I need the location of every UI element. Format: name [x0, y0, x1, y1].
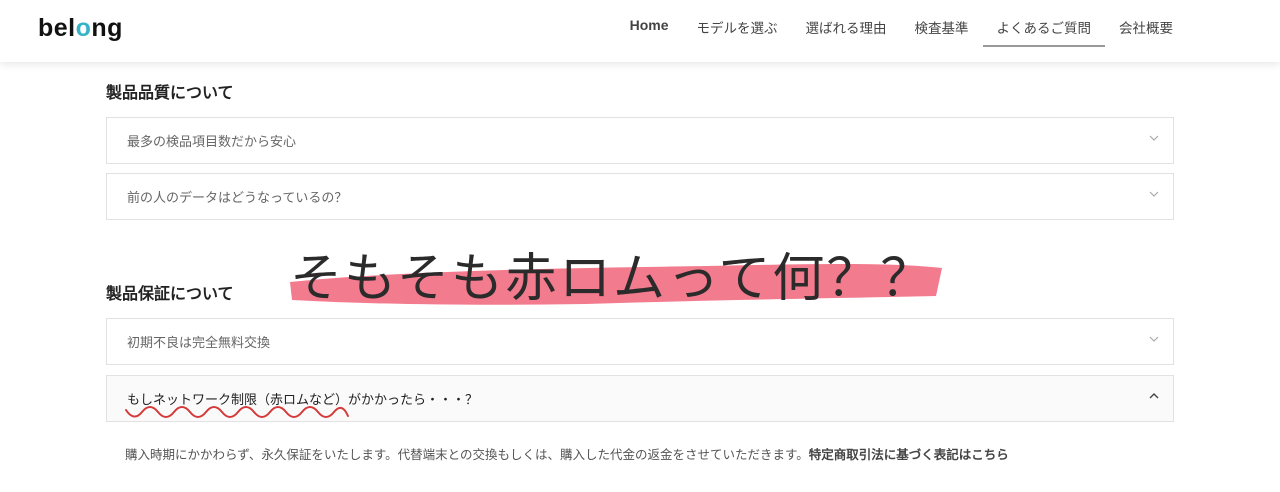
section-title-quality: 製品品質について	[106, 83, 234, 102]
faq-answer: 購入時期にかかわらず、永久保証をいたします。代替端末との交換もしくは、購入した代…	[125, 444, 1009, 463]
faq-question: 初期不良は完全無料交換	[127, 336, 271, 351]
annotation-text: そもそも赤ロムって何？？	[290, 249, 935, 309]
nav-item-models[interactable]: モデルを選ぶ	[683, 17, 792, 47]
chevron-down-icon	[1147, 131, 1161, 145]
logo-text-accent: o	[75, 14, 92, 42]
section-title-warranty: 製品保証について	[106, 284, 234, 303]
legal-notice-link[interactable]: 特定商取引法に基づく表記はこちら	[809, 447, 1009, 462]
chevron-down-icon	[1147, 187, 1161, 201]
nav-item-company[interactable]: 会社概要	[1105, 17, 1187, 47]
logo-text-prefix: bel	[38, 14, 76, 42]
logo-text-suffix: ng	[91, 14, 123, 42]
chevron-down-icon	[1147, 332, 1161, 346]
faq-item-previous-data[interactable]: 前の人のデータはどうなっているの？	[106, 173, 1174, 220]
faq-item-initial-defect[interactable]: 初期不良は完全無料交換	[106, 318, 1174, 365]
chevron-up-icon	[1147, 389, 1161, 403]
squiggle-underline	[125, 406, 349, 418]
nav-item-home[interactable]: Home	[616, 17, 683, 47]
faq-answer-text: 購入時期にかかわらず、永久保証をいたします。代替端末との交換もしくは、購入した代…	[125, 447, 809, 462]
faq-question: 前の人のデータはどうなっているの？	[127, 191, 348, 206]
faq-question: 最多の検品項目数だから安心	[127, 135, 297, 150]
site-header: belong Home モデルを選ぶ 選ばれる理由 検査基準 よくあるご質問 会…	[0, 0, 1280, 62]
faq-item-inspection[interactable]: 最多の検品項目数だから安心	[106, 117, 1174, 164]
nav-item-reasons[interactable]: 選ばれる理由	[792, 17, 901, 47]
logo[interactable]: belong	[38, 14, 123, 43]
nav-item-inspection[interactable]: 検査基準	[901, 17, 983, 47]
nav-item-faq[interactable]: よくあるご質問	[982, 17, 1105, 47]
main-nav: Home モデルを選ぶ 選ばれる理由 検査基準 よくあるご質問 会社概要	[616, 17, 1187, 47]
